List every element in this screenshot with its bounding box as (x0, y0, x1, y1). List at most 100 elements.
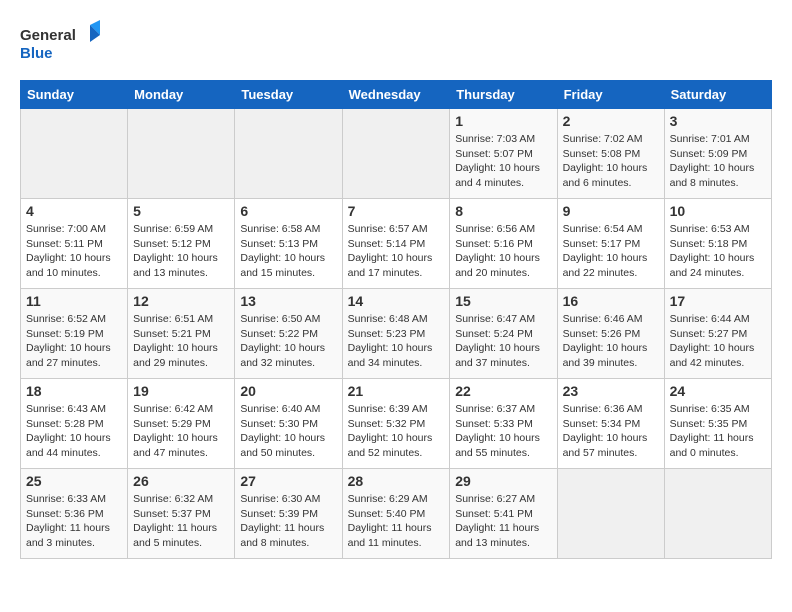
calendar-cell: 3 Sunrise: 7:01 AM Sunset: 5:09 PM Daylig… (664, 109, 771, 199)
weekday-header-tuesday: Tuesday (235, 81, 342, 109)
day-info: Sunrise: 6:35 AM Sunset: 5:35 PM Dayligh… (670, 402, 766, 461)
logo: General Blue (20, 20, 100, 70)
day-info: Sunrise: 6:46 AM Sunset: 5:26 PM Dayligh… (563, 312, 659, 371)
day-info: Sunrise: 6:52 AM Sunset: 5:19 PM Dayligh… (26, 312, 122, 371)
calendar-cell: 21Sunrise: 6:39 AM Sunset: 5:32 PM Dayli… (342, 379, 450, 469)
day-number: 26 (133, 473, 229, 489)
day-number: 10 (670, 203, 766, 219)
calendar-cell: 15Sunrise: 6:47 AM Sunset: 5:24 PM Dayli… (450, 289, 557, 379)
day-number: 3 (670, 113, 766, 129)
calendar-cell: 6 Sunrise: 6:58 AM Sunset: 5:13 PM Daylig… (235, 199, 342, 289)
calendar-cell: 28 Sunrise: 6:29 AM Sunset: 5:40 PM Dayli… (342, 469, 450, 559)
day-info: Sunrise: 6:50 AM Sunset: 5:22 PM Dayligh… (240, 312, 336, 371)
day-info: Sunrise: 6:37 AM Sunset: 5:33 PM Dayligh… (455, 402, 551, 461)
day-number: 20 (240, 383, 336, 399)
day-number: 16 (563, 293, 659, 309)
calendar-cell: 19 Sunrise: 6:42 AM Sunset: 5:29 PM Dayli… (128, 379, 235, 469)
weekday-header-row: SundayMondayTuesdayWednesdayThursdayFrid… (21, 81, 772, 109)
calendar-cell: 27 Sunrise: 6:30 AM Sunset: 5:39 PM Dayli… (235, 469, 342, 559)
day-info: Sunrise: 6:51 AM Sunset: 5:21 PM Dayligh… (133, 312, 229, 371)
day-number: 6 (240, 203, 336, 219)
day-number: 4 (26, 203, 122, 219)
calendar-cell: 12 Sunrise: 6:51 AM Sunset: 5:21 PM Dayli… (128, 289, 235, 379)
day-number: 14 (348, 293, 445, 309)
calendar-cell: 4 Sunrise: 7:00 AM Sunset: 5:11 PM Daylig… (21, 199, 128, 289)
svg-text:General: General (20, 27, 76, 44)
calendar-cell: 16 Sunrise: 6:46 AM Sunset: 5:26 PM Dayli… (557, 289, 664, 379)
day-info: Sunrise: 6:48 AM Sunset: 5:23 PM Dayligh… (348, 312, 445, 371)
weekday-header-monday: Monday (128, 81, 235, 109)
day-info: Sunrise: 6:29 AM Sunset: 5:40 PM Dayligh… (348, 492, 445, 551)
day-number: 2 (563, 113, 659, 129)
day-number: 18 (26, 383, 122, 399)
calendar-cell: 11 Sunrise: 6:52 AM Sunset: 5:19 PM Dayli… (21, 289, 128, 379)
calendar-week-4: 18 Sunrise: 6:43 AM Sunset: 5:28 PM Dayli… (21, 379, 772, 469)
day-info: Sunrise: 6:42 AM Sunset: 5:29 PM Dayligh… (133, 402, 229, 461)
calendar-week-3: 11 Sunrise: 6:52 AM Sunset: 5:19 PM Dayli… (21, 289, 772, 379)
day-number: 27 (240, 473, 336, 489)
calendar-cell (342, 109, 450, 199)
day-number: 22 (455, 383, 551, 399)
day-info: Sunrise: 6:39 AM Sunset: 5:32 PM Dayligh… (348, 402, 445, 461)
calendar-cell: 1Sunrise: 7:03 AM Sunset: 5:07 PM Daylig… (450, 109, 557, 199)
day-info: Sunrise: 6:27 AM Sunset: 5:41 PM Dayligh… (455, 492, 551, 551)
calendar-cell: 29 Sunrise: 6:27 AM Sunset: 5:41 PM Dayli… (450, 469, 557, 559)
weekday-header-wednesday: Wednesday (342, 81, 450, 109)
day-number: 9 (563, 203, 659, 219)
calendar-cell (128, 109, 235, 199)
day-number: 29 (455, 473, 551, 489)
day-info: Sunrise: 6:36 AM Sunset: 5:34 PM Dayligh… (563, 402, 659, 461)
day-info: Sunrise: 6:56 AM Sunset: 5:16 PM Dayligh… (455, 222, 551, 281)
weekday-header-friday: Friday (557, 81, 664, 109)
calendar-cell: 8 Sunrise: 6:56 AM Sunset: 5:16 PM Daylig… (450, 199, 557, 289)
day-info: Sunrise: 6:57 AM Sunset: 5:14 PM Dayligh… (348, 222, 445, 281)
day-number: 5 (133, 203, 229, 219)
day-info: Sunrise: 7:02 AM Sunset: 5:08 PM Dayligh… (563, 132, 659, 191)
calendar-cell: 23Sunrise: 6:36 AM Sunset: 5:34 PM Dayli… (557, 379, 664, 469)
day-number: 7 (348, 203, 445, 219)
day-info: Sunrise: 6:54 AM Sunset: 5:17 PM Dayligh… (563, 222, 659, 281)
day-info: Sunrise: 6:58 AM Sunset: 5:13 PM Dayligh… (240, 222, 336, 281)
day-number: 11 (26, 293, 122, 309)
calendar-cell: 17 Sunrise: 6:44 AM Sunset: 5:27 PM Dayli… (664, 289, 771, 379)
day-info: Sunrise: 6:53 AM Sunset: 5:18 PM Dayligh… (670, 222, 766, 281)
day-info: Sunrise: 7:03 AM Sunset: 5:07 PM Dayligh… (455, 132, 551, 191)
calendar-table: SundayMondayTuesdayWednesdayThursdayFrid… (20, 80, 772, 559)
calendar-cell: 22 Sunrise: 6:37 AM Sunset: 5:33 PM Dayli… (450, 379, 557, 469)
logo-icon: General Blue (20, 20, 100, 70)
calendar-cell: 2 Sunrise: 7:02 AM Sunset: 5:08 PM Daylig… (557, 109, 664, 199)
day-number: 8 (455, 203, 551, 219)
calendar-cell (557, 469, 664, 559)
calendar-cell (235, 109, 342, 199)
calendar-week-5: 25Sunrise: 6:33 AM Sunset: 5:36 PM Dayli… (21, 469, 772, 559)
day-number: 15 (455, 293, 551, 309)
calendar-cell (664, 469, 771, 559)
weekday-header-sunday: Sunday (21, 81, 128, 109)
day-info: Sunrise: 6:32 AM Sunset: 5:37 PM Dayligh… (133, 492, 229, 551)
day-number: 12 (133, 293, 229, 309)
day-info: Sunrise: 6:43 AM Sunset: 5:28 PM Dayligh… (26, 402, 122, 461)
page-header: General Blue (20, 20, 772, 70)
calendar-cell (21, 109, 128, 199)
day-info: Sunrise: 6:44 AM Sunset: 5:27 PM Dayligh… (670, 312, 766, 371)
calendar-cell: 10 Sunrise: 6:53 AM Sunset: 5:18 PM Dayli… (664, 199, 771, 289)
day-info: Sunrise: 6:59 AM Sunset: 5:12 PM Dayligh… (133, 222, 229, 281)
calendar-week-1: 1Sunrise: 7:03 AM Sunset: 5:07 PM Daylig… (21, 109, 772, 199)
day-number: 28 (348, 473, 445, 489)
day-info: Sunrise: 7:01 AM Sunset: 5:09 PM Dayligh… (670, 132, 766, 191)
calendar-cell: 13Sunrise: 6:50 AM Sunset: 5:22 PM Dayli… (235, 289, 342, 379)
day-number: 25 (26, 473, 122, 489)
day-info: Sunrise: 6:30 AM Sunset: 5:39 PM Dayligh… (240, 492, 336, 551)
day-info: Sunrise: 6:40 AM Sunset: 5:30 PM Dayligh… (240, 402, 336, 461)
day-number: 17 (670, 293, 766, 309)
calendar-cell: 7 Sunrise: 6:57 AM Sunset: 5:14 PM Daylig… (342, 199, 450, 289)
calendar-cell: 20 Sunrise: 6:40 AM Sunset: 5:30 PM Dayli… (235, 379, 342, 469)
day-number: 19 (133, 383, 229, 399)
svg-text:Blue: Blue (20, 45, 53, 62)
weekday-header-saturday: Saturday (664, 81, 771, 109)
calendar-cell: 24Sunrise: 6:35 AM Sunset: 5:35 PM Dayli… (664, 379, 771, 469)
day-info: Sunrise: 7:00 AM Sunset: 5:11 PM Dayligh… (26, 222, 122, 281)
calendar-cell: 26 Sunrise: 6:32 AM Sunset: 5:37 PM Dayli… (128, 469, 235, 559)
calendar-cell: 5 Sunrise: 6:59 AM Sunset: 5:12 PM Daylig… (128, 199, 235, 289)
weekday-header-thursday: Thursday (450, 81, 557, 109)
